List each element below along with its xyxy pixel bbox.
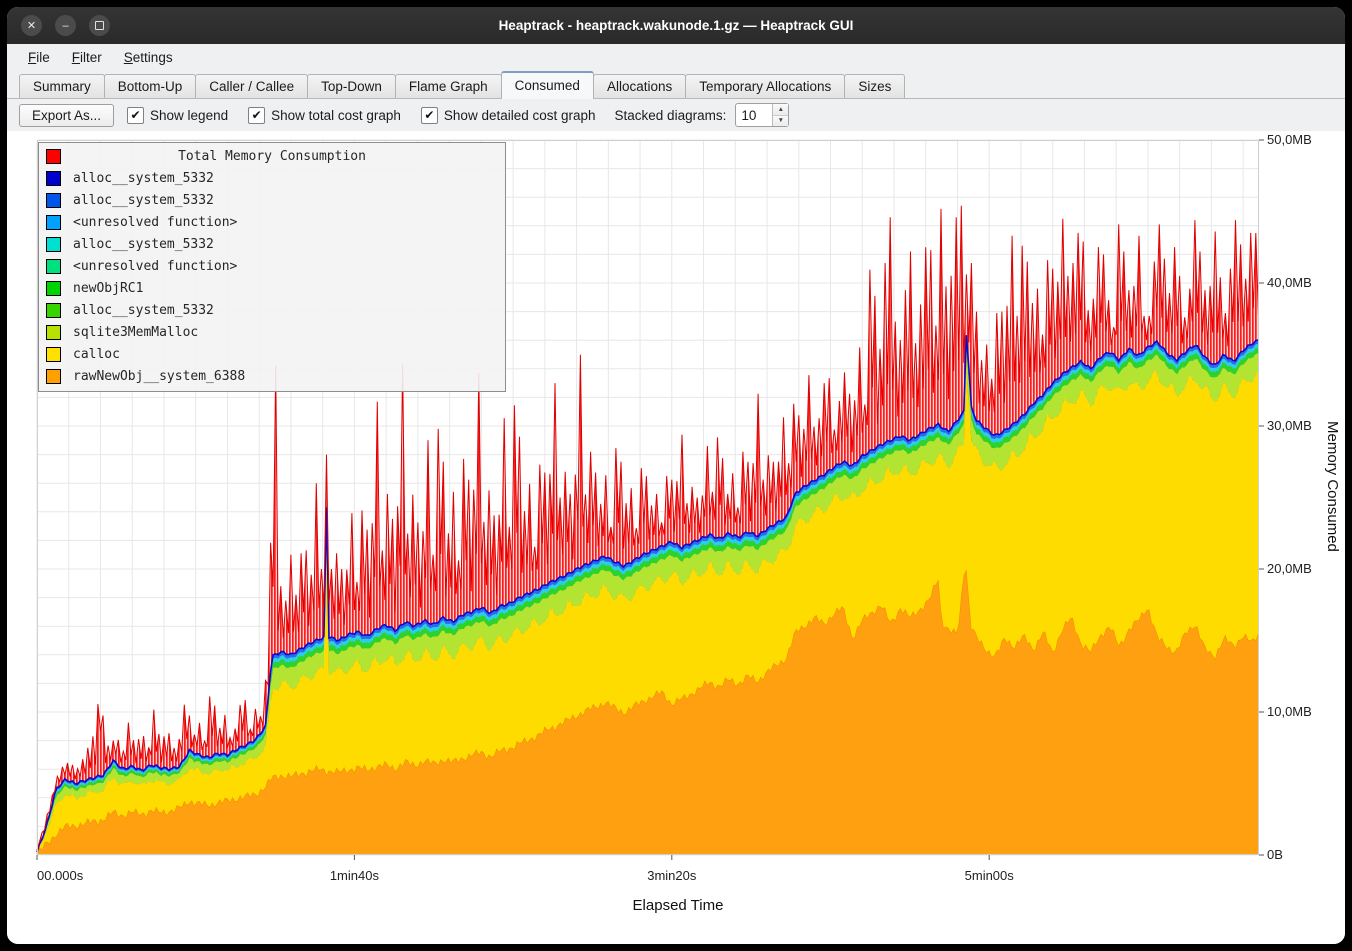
legend-item-label: newObjRC1 [73, 281, 143, 296]
legend-swatch [46, 259, 61, 274]
chart-legend: Total Memory Consumption alloc__system_53… [38, 142, 506, 392]
legend-item-label: alloc__system_5332 [73, 193, 214, 208]
menu-filter[interactable]: Filter [63, 47, 111, 68]
maximize-icon [95, 21, 104, 30]
legend-swatch [46, 347, 61, 362]
legend-item-label: calloc [73, 347, 120, 362]
legend-swatch [46, 237, 61, 252]
legend-item-label: <unresolved function> [73, 259, 237, 274]
menu-file[interactable]: File [19, 47, 59, 68]
title-bar: ✕– Heaptrack - heaptrack.wakunode.1.gz —… [7, 7, 1345, 44]
tab-caller-callee[interactable]: Caller / Callee [195, 74, 308, 98]
toolbar: Export As... ✔ Show legend ✔ Show total cos… [7, 99, 1345, 131]
checkbox-show-total-cost-graph[interactable]: ✔ Show total cost graph [248, 107, 401, 124]
legend-title-row: Total Memory Consumption [39, 145, 505, 167]
legend-item: alloc__system_5332 [39, 167, 505, 189]
stacked-diagrams-value: 10 [736, 104, 772, 126]
legend-item: <unresolved function> [39, 211, 505, 233]
minimize-button[interactable]: – [55, 15, 76, 36]
spin-down-button[interactable]: ▼ [773, 116, 788, 127]
legend-item: alloc__system_5332 [39, 233, 505, 255]
tab-sizes[interactable]: Sizes [844, 74, 905, 98]
screen: { "window": { "title": "Heaptrack - heap… [0, 0, 1352, 951]
heaptrack-window: ✕– Heaptrack - heaptrack.wakunode.1.gz —… [7, 7, 1345, 944]
y-tick-label: 20,0MB [1267, 561, 1312, 576]
legend-swatch [46, 193, 61, 208]
legend-swatch [46, 303, 61, 318]
y-tick-label: 10,0MB [1267, 704, 1312, 719]
legend-item-label: alloc__system_5332 [73, 303, 214, 318]
tab-allocations[interactable]: Allocations [593, 74, 686, 98]
checkbox-box[interactable]: ✔ [248, 107, 265, 124]
checkbox-box[interactable]: ✔ [421, 107, 438, 124]
legend-item: rawNewObj__system_6388 [39, 365, 505, 387]
legend-swatch [46, 149, 61, 164]
legend-swatch [46, 171, 61, 186]
y-tick-label: 50,0MB [1267, 132, 1312, 147]
close-button[interactable]: ✕ [21, 15, 42, 36]
export-as-button[interactable]: Export As... [19, 104, 114, 127]
x-tick-label: 00.000s [37, 868, 83, 883]
legend-item: calloc [39, 343, 505, 365]
x-tick-label: 5min00s [965, 868, 1014, 883]
checkbox-group: ✔ Show legend ✔ Show total cost graph ✔ Show … [123, 107, 596, 124]
checkbox-show-legend[interactable]: ✔ Show legend [127, 107, 228, 124]
tab-top-down[interactable]: Top-Down [307, 74, 396, 98]
x-tick-label: 1min40s [330, 868, 379, 883]
checkbox-box[interactable]: ✔ [127, 107, 144, 124]
legend-title: Total Memory Consumption [73, 149, 471, 164]
y-tick-label: 30,0MB [1267, 418, 1312, 433]
window-title: Heaptrack - heaptrack.wakunode.1.gz — He… [499, 18, 854, 33]
tab-summary[interactable]: Summary [19, 74, 105, 98]
y-axis-title: Memory Consumed [1324, 421, 1341, 552]
legend-swatch [46, 281, 61, 296]
legend-item: newObjRC1 [39, 277, 505, 299]
spin-up-button[interactable]: ▲ [773, 104, 788, 116]
menu-settings[interactable]: Settings [115, 47, 182, 68]
legend-swatch [46, 325, 61, 340]
tab-bottom-up[interactable]: Bottom-Up [104, 74, 197, 98]
legend-swatch [46, 369, 61, 384]
spinner-buttons: ▲▼ [772, 104, 788, 126]
legend-item: alloc__system_5332 [39, 189, 505, 211]
chart-area: Total Memory Consumption alloc__system_53… [7, 131, 1345, 944]
x-axis-title: Elapsed Time [633, 897, 724, 914]
stacked-diagrams-label: Stacked diagrams: [615, 108, 727, 123]
tab-consumed[interactable]: Consumed [501, 71, 594, 99]
window-controls: ✕– [21, 7, 110, 44]
legend-item-label: rawNewObj__system_6388 [73, 369, 245, 384]
maximize-button[interactable] [89, 15, 110, 36]
legend-item-label: alloc__system_5332 [73, 237, 214, 252]
legend-item-label: <unresolved function> [73, 215, 237, 230]
checkbox-label: Show detailed cost graph [444, 108, 596, 123]
y-tick-label: 0B [1267, 847, 1283, 862]
legend-item-label: sqlite3MemMalloc [73, 325, 198, 340]
legend-item: alloc__system_5332 [39, 299, 505, 321]
y-tick-label: 40,0MB [1267, 275, 1312, 290]
checkbox-label: Show legend [150, 108, 228, 123]
checkbox-label: Show total cost graph [271, 108, 401, 123]
tab-flame-graph[interactable]: Flame Graph [395, 74, 502, 98]
checkbox-show-detailed-cost-graph[interactable]: ✔ Show detailed cost graph [421, 107, 596, 124]
legend-item-label: alloc__system_5332 [73, 171, 214, 186]
legend-item: sqlite3MemMalloc [39, 321, 505, 343]
legend-item: <unresolved function> [39, 255, 505, 277]
x-tick-label: 3min20s [647, 868, 696, 883]
stacked-diagrams-spinbox[interactable]: 10 ▲▼ [735, 103, 789, 127]
menu-bar: FileFilterSettings [7, 44, 1345, 70]
tab-bar: SummaryBottom-UpCaller / CalleeTop-DownF… [7, 70, 1345, 99]
plot[interactable]: Total Memory Consumption alloc__system_53… [37, 140, 1259, 855]
tab-temporary-allocations[interactable]: Temporary Allocations [685, 74, 845, 98]
legend-swatch [46, 215, 61, 230]
